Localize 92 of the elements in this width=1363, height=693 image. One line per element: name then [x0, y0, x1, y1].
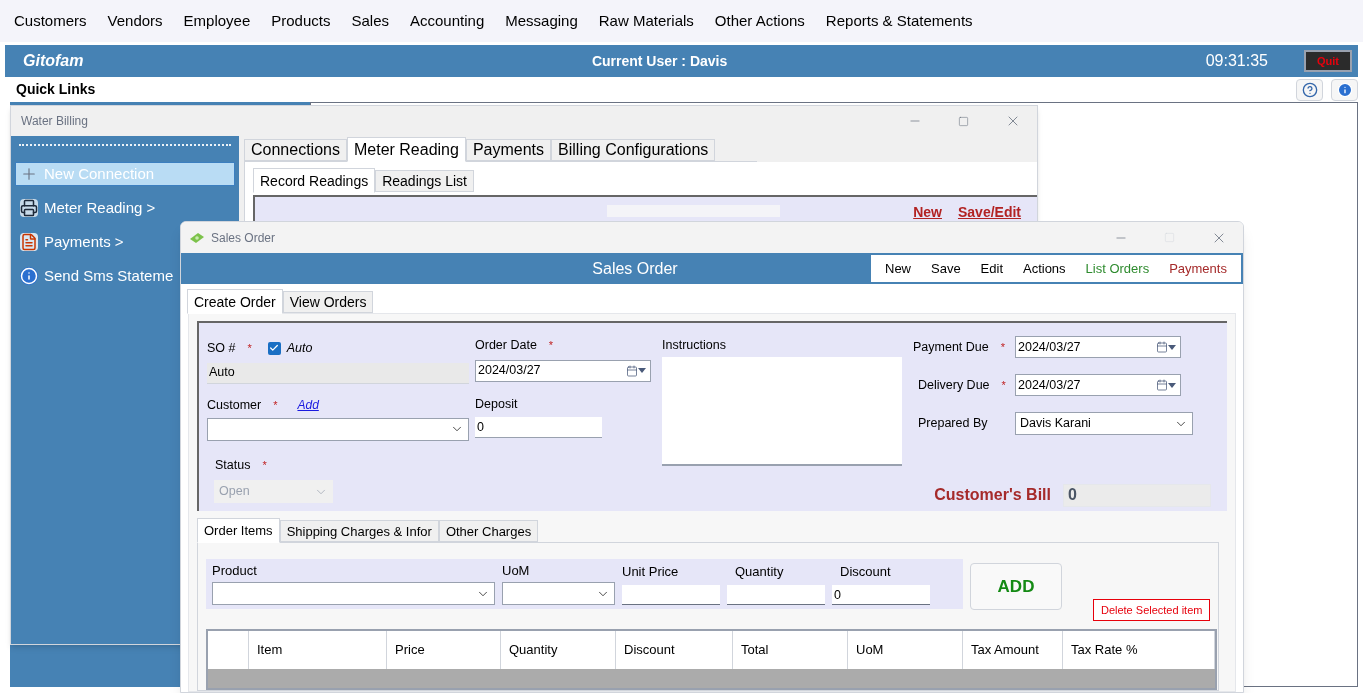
- add-button[interactable]: ADD: [969, 563, 1063, 610]
- delete-selected-button[interactable]: Delete Selected item: [1093, 599, 1210, 621]
- tab[interactable]: Create Order: [187, 289, 283, 314]
- date-field[interactable]: 2024/03/27: [475, 359, 651, 382]
- menu-item[interactable]: Vendors: [107, 9, 163, 33]
- menu-item[interactable]: Customers: [14, 9, 87, 33]
- toolbar-button[interactable]: Edit: [980, 258, 1003, 279]
- info-icon: [1336, 81, 1353, 98]
- tab[interactable]: Payments: [465, 139, 552, 161]
- checkbox-label: Auto: [286, 340, 313, 357]
- window-title: Sales Order: [211, 229, 277, 247]
- field-label: Order Date: [475, 337, 537, 354]
- dropdown-field[interactable]: [212, 582, 495, 605]
- field-label: Instructions: [662, 337, 726, 354]
- toolbar-button[interactable]: Payments: [1169, 258, 1227, 279]
- calendar-dropdown-icon: [1156, 341, 1176, 353]
- instructions-field[interactable]: [662, 356, 902, 466]
- deposit-field[interactable]: 0: [475, 416, 602, 438]
- sidebar-item[interactable]: Meter Reading >: [15, 196, 161, 220]
- field-label: Status: [215, 456, 251, 474]
- banner-title: Sales Order: [591, 258, 679, 279]
- quick-links-title: Quick Links: [16, 80, 97, 99]
- menu-item[interactable]: Raw Materials: [598, 9, 694, 33]
- dropdown-field[interactable]: [207, 417, 469, 441]
- tab[interactable]: Record Readings: [253, 168, 376, 193]
- customer-bill-label: Customer's Bill: [934, 485, 1051, 505]
- tab[interactable]: Shipping Charges & Infor: [279, 520, 439, 542]
- dropdown-field[interactable]: Davis Karani: [1015, 412, 1193, 435]
- required-mark: *: [1001, 377, 1006, 393]
- date-field[interactable]: 2024/03/27: [1015, 374, 1181, 396]
- notepad-icon: [20, 233, 38, 251]
- required-mark: *: [548, 338, 554, 354]
- tab[interactable]: Readings List: [375, 170, 474, 192]
- help-button[interactable]: [1296, 78, 1323, 101]
- required-mark: *: [262, 457, 267, 473]
- maximize-icon[interactable]: [958, 115, 969, 127]
- window-title: Water Billing: [21, 113, 89, 130]
- calendar-dropdown-icon: [626, 364, 646, 377]
- field-label: Quantity: [734, 562, 785, 581]
- link[interactable]: New: [913, 205, 942, 219]
- menu-item[interactable]: Messaging: [505, 9, 578, 33]
- field-label: Deposit: [475, 395, 518, 413]
- so-number-field[interactable]: Auto: [207, 362, 469, 384]
- required-mark: *: [247, 341, 252, 357]
- text-field[interactable]: [727, 585, 825, 605]
- toolbar-button[interactable]: Actions: [1022, 258, 1066, 279]
- field-label: Discount: [839, 562, 892, 581]
- text-field[interactable]: 0: [832, 585, 930, 605]
- field-label: Payment Due: [913, 338, 989, 356]
- toolbar-button[interactable]: New: [885, 258, 911, 279]
- menu-item[interactable]: Other Actions: [714, 9, 805, 33]
- menu-item[interactable]: Products: [271, 9, 331, 33]
- text-field[interactable]: [622, 585, 720, 605]
- brand-name: Gitofam: [23, 51, 84, 71]
- tab[interactable]: Billing Configurations: [551, 139, 716, 161]
- field-label: Product: [212, 561, 258, 580]
- tab[interactable]: Other Charges: [438, 520, 539, 542]
- menu-item[interactable]: Sales: [351, 9, 389, 33]
- menu-item[interactable]: Accounting: [410, 9, 485, 33]
- checkbox[interactable]: [267, 341, 281, 355]
- menu-item[interactable]: Employee: [183, 9, 251, 33]
- tab[interactable]: Order Items: [197, 518, 280, 543]
- field-label: Delivery Due: [918, 376, 990, 394]
- required-mark: *: [1000, 339, 1005, 355]
- info-button[interactable]: [1331, 78, 1358, 101]
- help-icon: [1301, 81, 1318, 98]
- dropdown-field[interactable]: [502, 582, 615, 605]
- date-field[interactable]: 2024/03/27: [1015, 336, 1181, 358]
- link[interactable]: Save/Edit: [957, 205, 1021, 219]
- menu-item[interactable]: Reports & Statements: [825, 9, 973, 33]
- clock-time: 09:31:35: [1205, 51, 1268, 71]
- field-label: UoM: [502, 561, 531, 580]
- calendar-dropdown-icon: [1156, 379, 1176, 391]
- sidebar-item[interactable]: Payments >: [15, 230, 129, 254]
- field-label: Prepared By: [918, 415, 988, 433]
- required-mark: *: [273, 397, 278, 413]
- toolbar-button[interactable]: List Orders: [1085, 258, 1150, 279]
- tab[interactable]: Meter Reading: [346, 137, 466, 162]
- field-label: Unit Price: [622, 562, 680, 581]
- field-label: SO #: [207, 340, 236, 357]
- sidebar-item[interactable]: Send Sms Stateme: [15, 264, 179, 288]
- field-label: Customer: [207, 396, 262, 414]
- customer-bill-field: 0: [1063, 483, 1211, 507]
- tab[interactable]: View Orders: [282, 291, 374, 313]
- tab[interactable]: Connections: [244, 139, 347, 161]
- plus-icon: [20, 165, 38, 183]
- toolbar-button[interactable]: Save: [931, 258, 961, 279]
- add-link[interactable]: Add: [297, 396, 319, 415]
- printer-icon: [20, 199, 38, 217]
- money-icon: [189, 231, 205, 244]
- current-user: Current User : Davis: [590, 51, 729, 71]
- info-icon: [20, 267, 38, 285]
